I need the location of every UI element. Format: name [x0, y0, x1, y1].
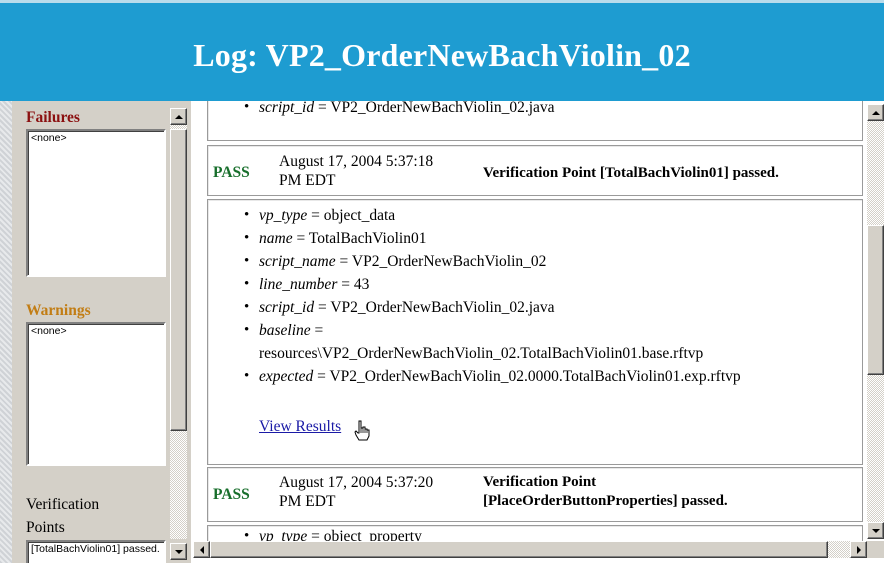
property-item: baseline = resources\VP2_OrderNewBachViol… [244, 319, 862, 365]
property-key: vp_type [259, 528, 308, 541]
property-list: vp_type = object_property [240, 525, 862, 541]
arrow-down-icon [871, 528, 880, 533]
log-message-line2: [PlaceOrderButtonProperties] passed. [483, 493, 728, 509]
log-entry-header: PASS August 17, 2004 5:37:18 PM EDT Veri… [207, 145, 863, 196]
warnings-list-item[interactable]: <none> [31, 325, 161, 337]
property-item: vp_type = object_data [244, 204, 862, 227]
sidebar-scroll-down-button[interactable] [170, 543, 187, 560]
failures-list[interactable]: <none> [26, 129, 166, 277]
property-item: script_id = VP2_OrderNewBachViolin_02.ja… [244, 101, 862, 119]
log-entries: script_id = VP2_OrderNewBachViolin_02.ja… [207, 101, 863, 541]
property-value: object_property [323, 528, 422, 541]
log-scroll-thumb[interactable] [867, 225, 884, 375]
status-badge: PASS [213, 164, 250, 181]
sidebar-scroll-thumb[interactable] [170, 129, 187, 431]
property-key: vp_type [259, 207, 308, 224]
property-value: VP2_OrderNewBachViolin_02.java [330, 299, 555, 316]
sidebar: Failures <none> Warnings <none> Verifica… [12, 101, 191, 563]
property-value: resources\VP2_OrderNewBachViolin_02.Tota… [259, 345, 704, 362]
log-window: Log: VP2_OrderNewBachViolin_02 Failures … [0, 0, 884, 563]
verification-points-heading-line2: Points [26, 519, 65, 536]
property-key: script_id [259, 101, 315, 116]
property-value: 43 [353, 276, 370, 293]
page-title: Log: VP2_OrderNewBachViolin_02 [193, 36, 691, 73]
verification-points-heading-line1: Verification [26, 496, 100, 513]
property-item: script_name = VP2_OrderNewBachViolin_02 [244, 250, 862, 273]
arrow-up-icon [174, 114, 183, 119]
equals-sign: = [296, 230, 306, 247]
arrow-up-icon [871, 110, 880, 115]
property-key: script_id [259, 299, 315, 316]
warnings-heading: Warnings [26, 302, 91, 319]
desktop-edge [0, 101, 12, 563]
property-item: vp_type = object_property [244, 525, 862, 541]
log-entry-properties: script_id = VP2_OrderNewBachViolin_02.ja… [207, 101, 863, 141]
log-entry-properties: vp_type = object_property [207, 525, 863, 541]
log-content-pane: script_id = VP2_OrderNewBachViolin_02.ja… [193, 101, 884, 563]
property-key: script_name [259, 253, 336, 270]
log-scroll-right-button[interactable] [850, 541, 867, 558]
property-key: expected [259, 368, 314, 385]
equals-sign: = [311, 207, 320, 224]
warnings-list[interactable]: <none> [26, 322, 166, 466]
log-entry-header: PASS August 17, 2004 5:37:20 PM EDT Veri… [207, 467, 863, 522]
equals-sign: = [318, 101, 327, 116]
equals-sign: = [311, 528, 320, 541]
scrollbar-corner [867, 541, 884, 558]
verification-points-list-item[interactable]: [TotalBachViolin01] passed. [31, 543, 161, 555]
arrow-right-icon [856, 545, 861, 554]
property-key: baseline [259, 322, 311, 339]
title-bar: Log: VP2_OrderNewBachViolin_02 [0, 0, 884, 101]
timestamp-line1: August 17, 2004 5:37:18 [279, 153, 434, 170]
property-item: name = TotalBachViolin01 [244, 227, 862, 250]
verification-points-heading: Verification Points [26, 493, 99, 539]
failures-list-item[interactable]: <none> [31, 132, 161, 144]
view-results-link[interactable]: View Results [259, 418, 341, 435]
status-badge: PASS [213, 486, 250, 503]
arrow-down-icon [174, 549, 183, 554]
log-hscroll-thumb[interactable] [210, 541, 828, 558]
hand-cursor-icon [354, 420, 370, 441]
log-scroll-left-button[interactable] [193, 541, 210, 558]
property-key: name [259, 230, 293, 247]
property-item: line_number = 43 [244, 273, 862, 296]
property-value: VP2_OrderNewBachViolin_02 [351, 253, 547, 270]
property-value: object_data [323, 207, 396, 224]
property-value: VP2_OrderNewBachViolin_02.0000.TotalBach… [329, 368, 741, 385]
log-message-line1: Verification Point [483, 474, 597, 490]
timestamp: August 17, 2004 5:37:18 PM EDT [279, 152, 433, 190]
verification-points-list[interactable]: [TotalBachViolin01] passed. [26, 540, 166, 563]
equals-sign: = [341, 276, 350, 293]
log-scroll-down-button[interactable] [867, 522, 884, 539]
equals-sign: = [317, 368, 326, 385]
log-message: Verification Point [PlaceOrderButtonProp… [483, 473, 728, 511]
log-message: Verification Point [TotalBachViolin01] p… [483, 165, 779, 181]
log-entry-properties: vp_type = object_data name = TotalBachVi… [207, 199, 863, 465]
timestamp-line1: August 17, 2004 5:37:20 [279, 474, 434, 491]
timestamp-line2: PM EDT [279, 172, 336, 189]
property-item: script_id = VP2_OrderNewBachViolin_02.ja… [244, 296, 862, 319]
view-results-container: View Results [259, 418, 341, 436]
equals-sign: = [318, 299, 327, 316]
property-value: VP2_OrderNewBachViolin_02.java [330, 101, 555, 116]
equals-sign: = [314, 322, 324, 339]
timestamp: August 17, 2004 5:37:20 PM EDT [279, 473, 433, 511]
property-list: script_id = VP2_OrderNewBachViolin_02.ja… [240, 101, 862, 119]
failures-heading: Failures [26, 109, 80, 126]
log-scroll-up-button[interactable] [867, 104, 884, 121]
property-value: TotalBachViolin01 [308, 230, 427, 247]
equals-sign: = [339, 253, 349, 270]
property-key: line_number [259, 276, 338, 293]
property-item: expected = VP2_OrderNewBachViolin_02.000… [244, 365, 862, 388]
timestamp-line2: PM EDT [279, 493, 336, 510]
arrow-left-icon [199, 545, 204, 554]
property-list: vp_type = object_data name = TotalBachVi… [240, 204, 862, 388]
sidebar-scroll-up-button[interactable] [170, 108, 187, 125]
